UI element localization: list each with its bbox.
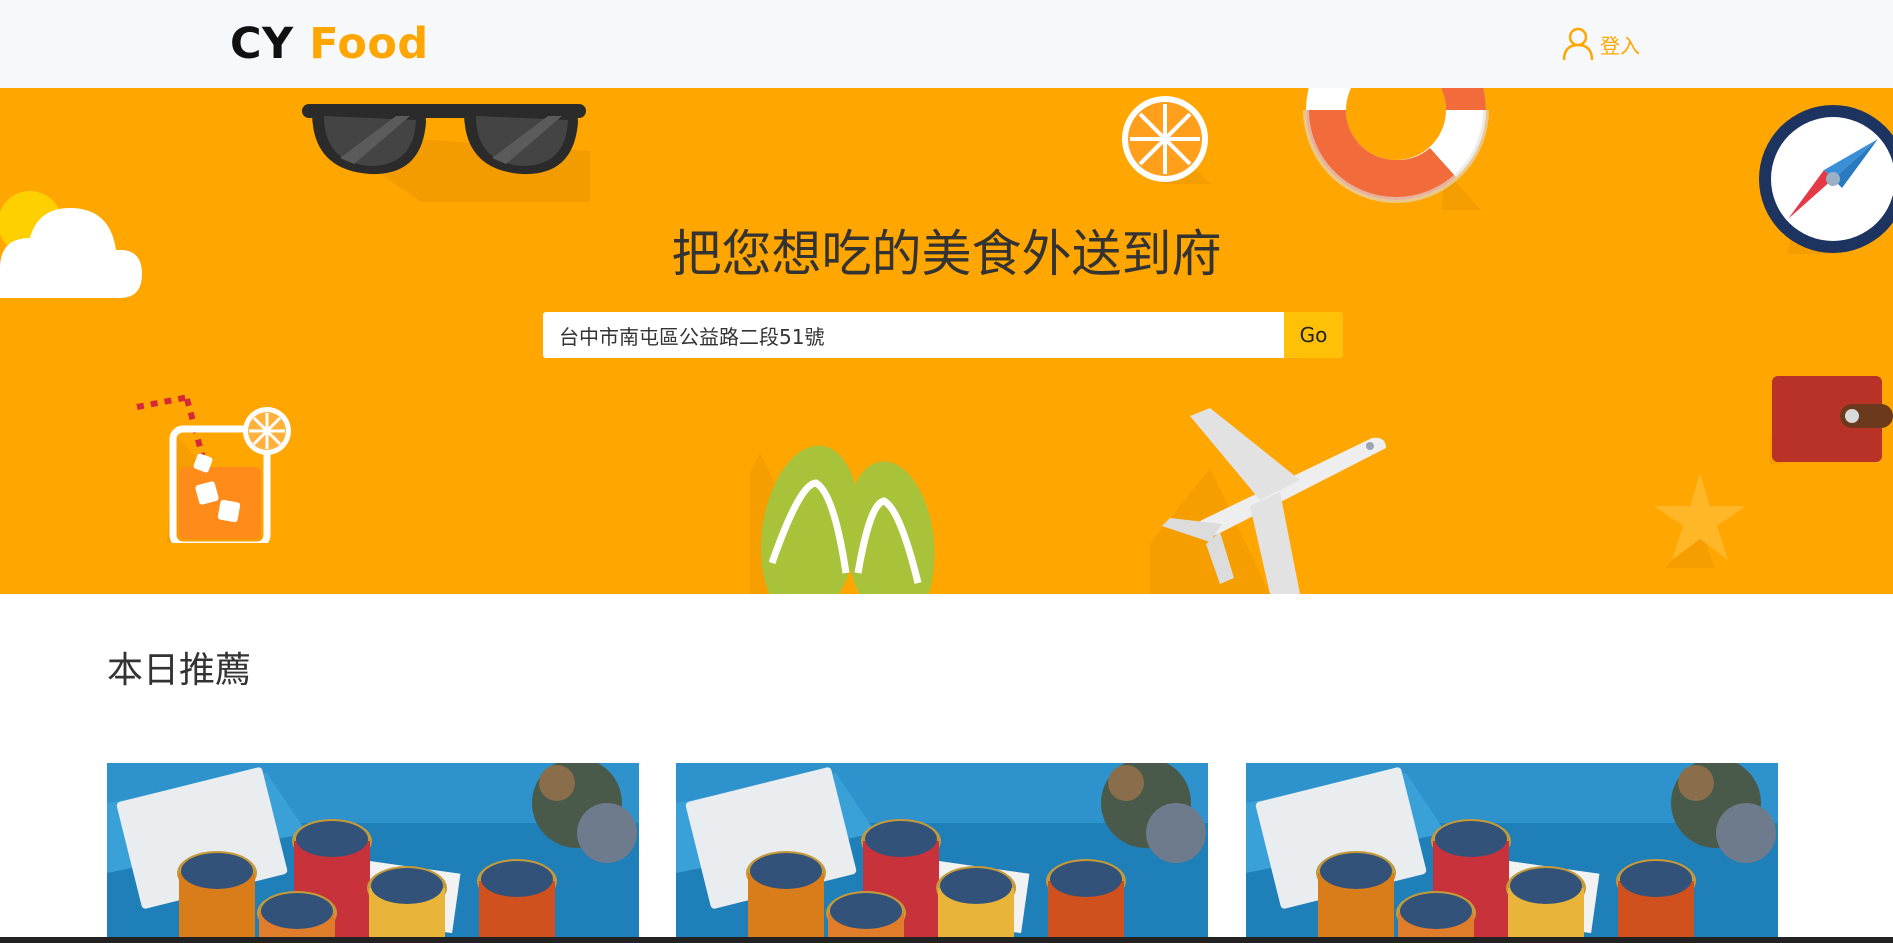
recommend-card-1[interactable] (107, 763, 639, 943)
hero-title: 把您想吃的美食外送到府 (671, 225, 1222, 283)
recommend-card-3[interactable] (1246, 763, 1778, 943)
drinks-photo-image (676, 763, 1208, 943)
address-search-bar: Go (543, 312, 1343, 358)
drinks-photo-image (1246, 763, 1778, 943)
drinks-photo-image (107, 763, 639, 943)
life-ring-icon (1303, 88, 1489, 210)
wallet-icon (1770, 376, 1893, 464)
iced-drink-icon (136, 394, 291, 543)
flip-flops-icon (750, 445, 935, 594)
starfish-icon (1654, 473, 1746, 568)
sunglasses-icon (302, 104, 590, 202)
logo-text-food: Food (309, 19, 429, 69)
address-input[interactable] (543, 312, 1284, 358)
go-button[interactable]: Go (1284, 312, 1343, 358)
logo-text-cy: CY (230, 19, 294, 69)
orange-slice-icon (1122, 96, 1210, 184)
top-navbar: CY Food 登入 (0, 0, 1893, 88)
brand-logo[interactable]: CY Food (230, 16, 429, 72)
login-link[interactable]: 登入 (1562, 26, 1640, 62)
user-icon (1562, 27, 1594, 61)
recommend-card-2[interactable] (676, 763, 1208, 943)
hero-banner: 把您想吃的美食外送到府 Go (0, 88, 1893, 594)
airplane-icon (1150, 408, 1386, 594)
window-bottom-edge (0, 937, 1893, 943)
login-label: 登入 (1600, 33, 1640, 58)
section-title-recommend: 本日推薦 (107, 650, 252, 691)
